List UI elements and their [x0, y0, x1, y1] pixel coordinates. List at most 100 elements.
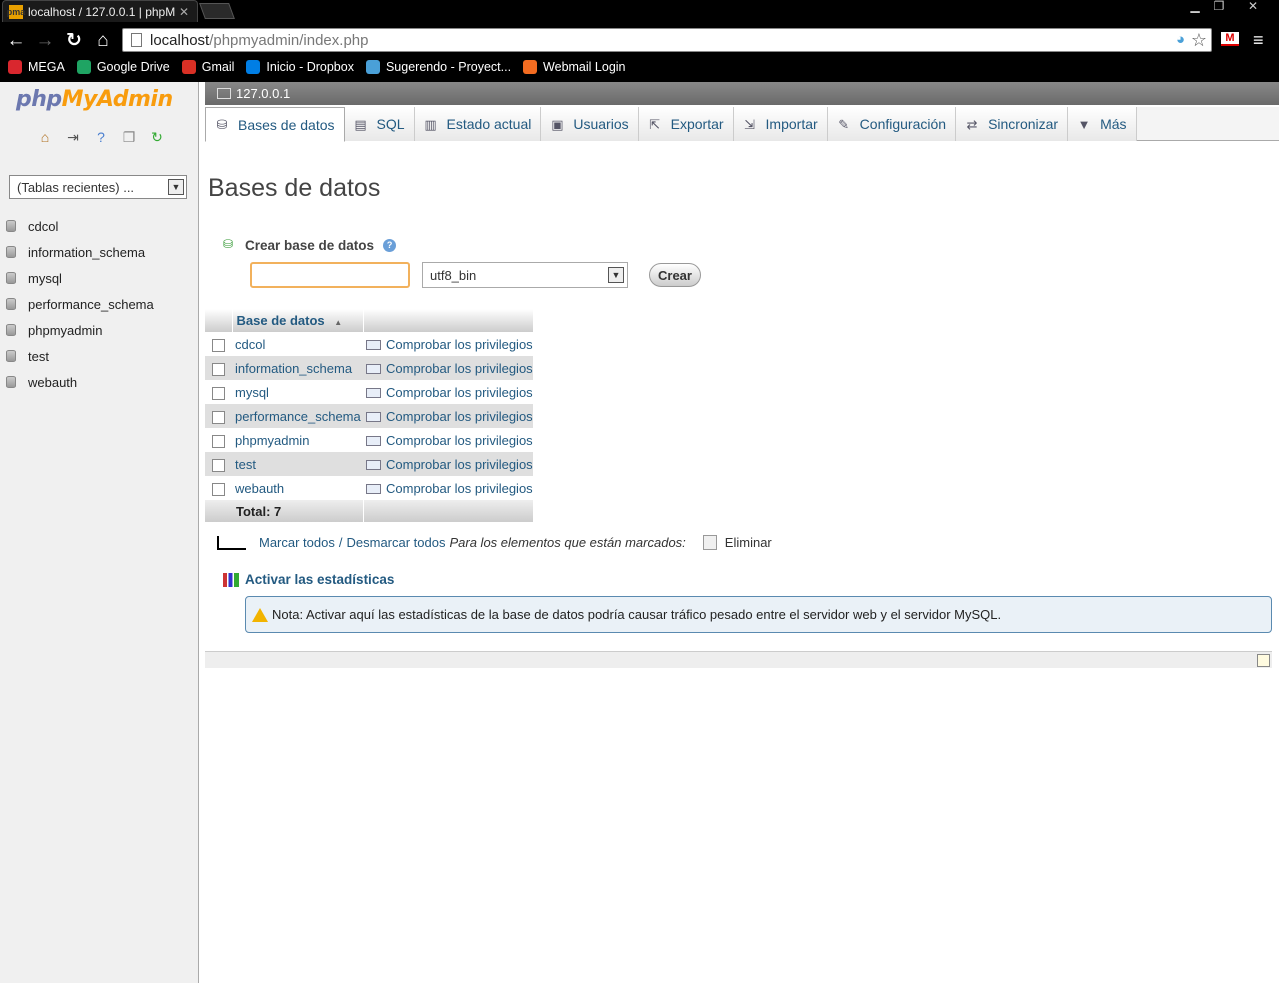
bookmark-star-icon[interactable]: ☆ — [1191, 30, 1207, 51]
row-checkbox[interactable] — [212, 458, 225, 472]
url-path: /phpmyadmin/index.php — [209, 31, 369, 49]
sidebar-item-label: mysql — [28, 270, 62, 286]
help-icon[interactable]: ? — [383, 238, 397, 252]
column-header-database[interactable]: Base de datos ▲ — [232, 309, 364, 332]
database-icon — [6, 376, 16, 388]
help-icon[interactable]: ? — [92, 128, 110, 146]
sidebar-item-label: cdcol — [28, 218, 59, 234]
tab-close-icon[interactable]: ✕ — [177, 5, 191, 19]
tab-database[interactable]: ⛁ Bases de datos — [205, 107, 345, 142]
logo-php: php — [16, 87, 62, 112]
bookmark-item[interactable]: Gmail — [181, 60, 234, 74]
database-name-input[interactable] — [250, 262, 410, 288]
check-privileges-link[interactable]: Comprobar los privilegios — [386, 361, 533, 376]
back-icon[interactable]: ← — [4, 29, 28, 53]
row-checkbox[interactable] — [212, 338, 225, 352]
tab-import[interactable]: ⇲ Importar — [733, 107, 828, 141]
sidebar-item-mysql[interactable]: mysql — [0, 265, 154, 291]
database-name-link[interactable]: information_schema — [232, 356, 363, 380]
logout-icon[interactable]: ⇥ — [64, 128, 82, 146]
minimize-icon[interactable]: ▁ — [1184, 0, 1206, 14]
collation-select[interactable]: utf8_bin ▼ — [422, 262, 628, 288]
bookmark-item[interactable]: Webmail Login — [523, 60, 626, 74]
browser-menu-icon[interactable]: ≡ — [1253, 30, 1264, 51]
delete-button[interactable]: Eliminar — [725, 535, 772, 550]
cpanel-icon — [523, 60, 538, 74]
bookmark-item[interactable]: Google Drive — [76, 60, 170, 74]
database-name-link[interactable]: test — [232, 452, 363, 476]
check-privileges-link[interactable]: Comprobar los privilegios — [386, 481, 533, 496]
database-name-link[interactable]: mysql — [232, 380, 363, 404]
database-icon — [6, 298, 16, 310]
restore-icon[interactable]: ❐ — [1208, 0, 1230, 14]
database-name-link[interactable]: cdcol — [232, 332, 363, 356]
recent-tables-select[interactable]: (Tablas recientes) ... ▼ — [9, 175, 187, 199]
tab-export[interactable]: ⇱ Exportar — [638, 107, 734, 141]
row-checkbox[interactable] — [212, 434, 225, 448]
row-checkbox-cell — [205, 356, 232, 380]
refresh-icon[interactable]: ↻ — [148, 128, 166, 146]
reload-icon[interactable]: ↻ — [62, 29, 86, 53]
extension-icon[interactable]: ◕ — [1176, 31, 1185, 48]
forward-icon[interactable]: → — [33, 29, 57, 53]
bookmark-item[interactable]: Inicio - Dropbox — [246, 60, 354, 74]
bookmark-label: Inicio - Dropbox — [266, 60, 354, 74]
sync-icon: ⇄ — [966, 116, 978, 132]
uncheck-all-link[interactable]: Desmarcar todos — [347, 535, 446, 550]
check-privileges-link[interactable]: Comprobar los privilegios — [386, 433, 533, 448]
sidebar-item-information-schema[interactable]: information_schema — [0, 239, 154, 265]
console-icon[interactable] — [1257, 654, 1270, 667]
database-icon — [6, 272, 16, 284]
sidebar-item-cdcol[interactable]: cdcol — [0, 213, 154, 239]
gmail-extension-icon[interactable]: M — [1221, 32, 1239, 46]
docs-icon[interactable]: ❐ — [120, 128, 138, 146]
sidebar-item-webauth[interactable]: webauth — [0, 369, 154, 395]
tab-wrench[interactable]: ✎ Configuración — [827, 107, 957, 141]
bookmark-item[interactable]: MEGA — [8, 60, 65, 74]
browser-tab[interactable]: pma localhost / 127.0.0.1 | phpM ✕ — [2, 0, 198, 22]
phpmyadmin-logo[interactable]: phpMyAdmin — [16, 87, 173, 112]
table-row: information_schema Comprobar los privileg… — [205, 356, 533, 380]
sidebar-item-test[interactable]: test — [0, 343, 154, 369]
sidebar-item-performance-schema[interactable]: performance_schema — [0, 291, 154, 317]
home-icon[interactable]: ⌂ — [91, 29, 115, 53]
tab-label: Usuarios — [573, 116, 629, 132]
home-icon[interactable]: ⌂ — [36, 128, 54, 146]
bookmark-item[interactable]: Sugerendo - Proyect... — [365, 60, 511, 74]
tab-users[interactable]: ▣ Usuarios — [541, 107, 639, 141]
main-content: 127.0.0.1 ⛁ Bases de datos ▤ SQL ▥ Estado act… — [205, 82, 1279, 983]
footer-bar — [205, 651, 1272, 668]
google-drive-icon — [76, 60, 91, 74]
sidebar-item-phpmyadmin[interactable]: phpmyadmin — [0, 317, 154, 343]
check-privileges-link[interactable]: Comprobar los privilegios — [386, 385, 533, 400]
check-all-link[interactable]: Marcar todos — [259, 535, 335, 550]
server-label[interactable]: 127.0.0.1 — [236, 86, 290, 101]
check-privileges-link[interactable]: Comprobar los privilegios — [386, 409, 533, 424]
row-checkbox[interactable] — [212, 482, 225, 496]
total-label: Total: 7 — [232, 500, 364, 522]
database-name-link[interactable]: phpmyadmin — [232, 428, 363, 452]
table-row: mysql Comprobar los privilegios — [205, 380, 533, 404]
privileges-icon — [366, 364, 381, 375]
delete-icon[interactable] — [702, 535, 717, 550]
database-name-link[interactable]: webauth — [232, 476, 363, 500]
tab-sql[interactable]: ▤ SQL — [344, 107, 415, 141]
check-privileges-link[interactable]: Comprobar los privilegios — [386, 337, 533, 352]
row-checkbox-cell — [205, 452, 232, 476]
check-privileges-link[interactable]: Comprobar los privilegios — [386, 457, 533, 472]
address-bar[interactable]: localhost/phpmyadmin/index.php ◕ ☆ — [122, 28, 1212, 52]
tab-status[interactable]: ▥ Estado actual — [414, 107, 542, 141]
check-privileges-cell: Comprobar los privilegios — [363, 404, 533, 428]
enable-stats-link[interactable]: Activar las estadísticas — [223, 572, 394, 587]
tab-sync[interactable]: ⇄ Sincronizar — [956, 107, 1069, 141]
tab-chevron-down[interactable]: ▼ Más — [1068, 107, 1137, 141]
window-close-icon[interactable]: ✕ — [1242, 0, 1264, 14]
row-checkbox[interactable] — [212, 362, 225, 376]
database-name-link[interactable]: performance_schema — [232, 404, 363, 428]
row-checkbox[interactable] — [212, 386, 225, 400]
tab-label: Bases de datos — [238, 116, 335, 133]
create-button[interactable]: Crear — [649, 263, 701, 287]
new-tab-button[interactable] — [199, 3, 235, 19]
row-checkbox[interactable] — [212, 410, 225, 424]
browser-toolbar: ← → ↻ ⌂ localhost/phpmyadmin/index.php ◕… — [0, 26, 1279, 56]
